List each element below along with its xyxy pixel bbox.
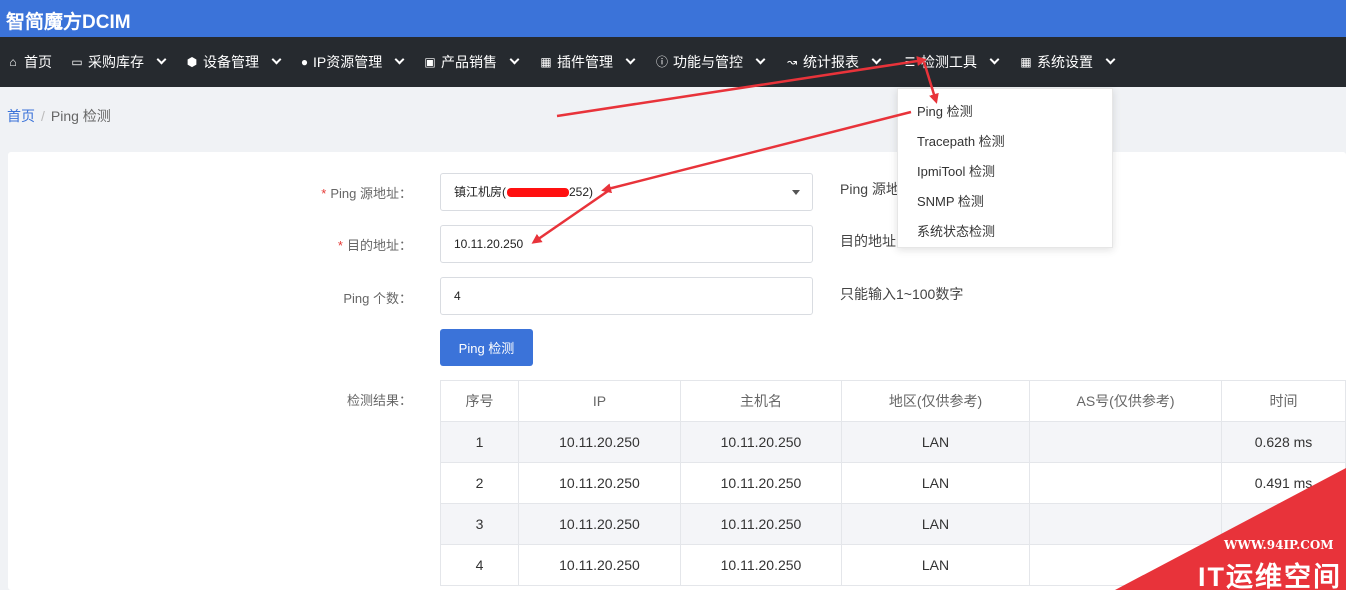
cell-region: LAN bbox=[841, 503, 1030, 545]
col-header-ip: IP bbox=[518, 380, 681, 422]
nav-item-ip[interactable]: ● IP资源管理 bbox=[300, 37, 405, 87]
breadcrumb-home-link[interactable]: 首页 bbox=[7, 108, 35, 124]
nav-item-label: 设备管理 bbox=[203, 54, 259, 70]
cell-index: 1 bbox=[440, 421, 519, 463]
breadcrumb-current: Ping 检测 bbox=[50, 108, 111, 124]
nav-item-label: 首页 bbox=[24, 54, 52, 70]
cell-hostname: 10.11.20.250 bbox=[680, 544, 842, 586]
caret-down-icon bbox=[792, 190, 800, 195]
cube-icon: ⬢ bbox=[186, 55, 198, 69]
menu-item-ping[interactable]: Ping 检测 bbox=[917, 101, 973, 120]
nav-item-settings[interactable]: ▦ 系统设置 bbox=[1019, 37, 1116, 87]
target-input[interactable]: 10.11.20.250 bbox=[440, 225, 813, 263]
nav-item-label: 功能与管控 bbox=[673, 54, 743, 70]
cart-icon: ▣ bbox=[424, 55, 436, 69]
target-label: * 目的地址： bbox=[272, 235, 412, 254]
list-icon: ☰ bbox=[904, 55, 916, 69]
main-nav: ⌂ 首页 ▭ 采购库存 ⬢ 设备管理 ● IP资源管理 ▣ 产品销售 ▦ 插件管… bbox=[0, 37, 1346, 87]
watermark-text: IT运维空间 bbox=[1198, 562, 1342, 590]
cell-hostname: 10.11.20.250 bbox=[680, 503, 842, 545]
breadcrumb: 首页 / Ping 检测 bbox=[7, 106, 111, 126]
nav-item-label: 产品销售 bbox=[441, 54, 497, 70]
menu-item-snmp[interactable]: SNMP 检测 bbox=[917, 191, 984, 210]
menu-item-system-status[interactable]: 系统状态检测 bbox=[917, 221, 995, 240]
col-header-index: 序号 bbox=[440, 380, 519, 422]
watermark-url: WWW.94IP.COM bbox=[1224, 538, 1334, 552]
cell-hostname: 10.11.20.250 bbox=[680, 421, 842, 463]
required-marker: * bbox=[321, 186, 327, 201]
target-label-text: 目的地址： bbox=[346, 238, 412, 253]
col-header-as: AS号(仅供参考) bbox=[1029, 380, 1222, 422]
chevron-down-icon bbox=[394, 54, 405, 65]
grid-icon: ▦ bbox=[540, 55, 552, 69]
cell-ip: 10.11.20.250 bbox=[518, 503, 681, 545]
app-title[interactable]: 智简魔方DCIM bbox=[6, 7, 131, 34]
cell-region: LAN bbox=[841, 544, 1030, 586]
nav-item-reports[interactable]: ↝ 统计报表 bbox=[785, 37, 882, 87]
cell-region: LAN bbox=[841, 421, 1030, 463]
nav-item-label: 统计报表 bbox=[803, 54, 859, 70]
chevron-down-icon bbox=[989, 54, 1000, 65]
table-header-row: 序号 IP 主机名 地区(仅供参考) AS号(仅供参考) 时间 bbox=[440, 380, 1346, 422]
chevron-down-icon bbox=[625, 54, 636, 65]
nav-item-home[interactable]: ⌂ 首页 bbox=[6, 37, 52, 87]
chevron-down-icon bbox=[271, 54, 282, 65]
count-hint: 只能输入1~100数字 bbox=[840, 286, 964, 302]
col-header-time: 时间 bbox=[1221, 380, 1346, 422]
required-marker: * bbox=[337, 238, 343, 253]
table-row: 1 10.11.20.250 10.11.20.250 LAN 0.628 ms bbox=[440, 421, 1346, 463]
source-label-text: Ping 源地址： bbox=[330, 186, 412, 201]
nav-item-purchase[interactable]: ▭ 采购库存 bbox=[70, 37, 167, 87]
line-chart-icon: ↝ bbox=[786, 55, 798, 69]
chevron-down-icon bbox=[509, 54, 520, 65]
cell-as bbox=[1029, 421, 1222, 463]
nav-item-label: 系统设置 bbox=[1037, 54, 1093, 70]
nav-item-label: 采购库存 bbox=[88, 54, 144, 70]
source-label: * Ping 源地址： bbox=[272, 183, 412, 202]
ping-submit-button[interactable]: Ping 检测 bbox=[440, 329, 533, 366]
target-hint: 目的地址 bbox=[840, 233, 896, 249]
cell-index: 3 bbox=[440, 503, 519, 545]
menu-item-ipmitool[interactable]: IpmiTool 检测 bbox=[917, 161, 995, 180]
home-icon: ⌂ bbox=[9, 55, 17, 69]
source-select[interactable]: 镇江机房( 252) bbox=[440, 173, 813, 211]
inbox-icon: ▭ bbox=[71, 55, 83, 69]
cell-index: 4 bbox=[440, 544, 519, 586]
tools-dropdown-menu: Ping 检测 Tracepath 检测 IpmiTool 检测 SNMP 检测… bbox=[897, 88, 1113, 248]
count-input[interactable]: 4 bbox=[440, 277, 813, 315]
chevron-down-icon bbox=[871, 54, 882, 65]
redaction-mark bbox=[507, 188, 569, 198]
cell-ip: 10.11.20.250 bbox=[518, 544, 681, 586]
nav-item-sales[interactable]: ▣ 产品销售 bbox=[423, 37, 520, 87]
chevron-down-icon bbox=[755, 54, 766, 65]
nav-item-plugins[interactable]: ▦ 插件管理 bbox=[539, 37, 636, 87]
breadcrumb-separator: / bbox=[41, 108, 45, 124]
map-marker-icon: ● bbox=[300, 55, 309, 69]
cell-ip: 10.11.20.250 bbox=[518, 421, 681, 463]
chevron-down-icon bbox=[1105, 54, 1116, 65]
result-label: 检测结果： bbox=[346, 393, 412, 408]
cell-ip: 10.11.20.250 bbox=[518, 462, 681, 504]
nav-item-devices[interactable]: ⬢ 设备管理 bbox=[185, 37, 282, 87]
nav-item-label: 插件管理 bbox=[557, 54, 613, 70]
col-header-region: 地区(仅供参考) bbox=[841, 380, 1030, 422]
nav-item-label: IP资源管理 bbox=[313, 54, 383, 70]
source-hint: Ping 源地 bbox=[840, 181, 900, 197]
windows-icon: ▦ bbox=[1020, 55, 1032, 69]
info-icon: ⓘ bbox=[655, 55, 668, 69]
app-header: 智简魔方DCIM bbox=[0, 0, 1346, 37]
nav-item-features[interactable]: ⓘ 功能与管控 bbox=[655, 37, 766, 87]
nav-item-tools[interactable]: ☰ 检测工具 bbox=[903, 37, 1000, 87]
cell-region: LAN bbox=[841, 462, 1030, 504]
count-label: Ping 个数： bbox=[343, 291, 412, 306]
chevron-down-icon bbox=[156, 54, 167, 65]
source-select-value: 镇江机房( bbox=[454, 185, 506, 199]
cell-index: 2 bbox=[440, 462, 519, 504]
cell-time: 0.628 ms bbox=[1221, 421, 1346, 463]
nav-item-label: 检测工具 bbox=[921, 54, 977, 70]
col-header-hostname: 主机名 bbox=[680, 380, 842, 422]
source-select-value-suffix: 252) bbox=[569, 185, 594, 199]
menu-item-tracepath[interactable]: Tracepath 检测 bbox=[917, 131, 1005, 150]
cell-hostname: 10.11.20.250 bbox=[680, 462, 842, 504]
